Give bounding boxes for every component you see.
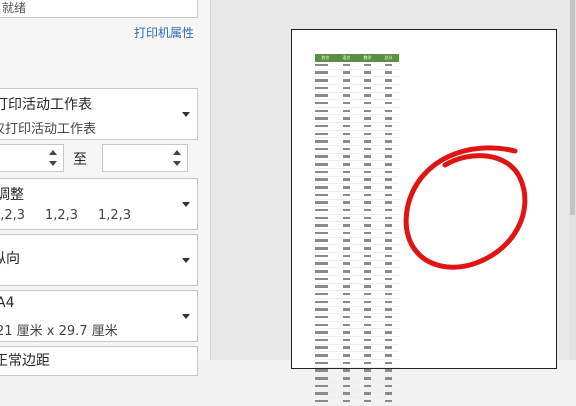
table-cell (336, 398, 357, 405)
table-cell (357, 383, 378, 390)
table-cell (336, 383, 357, 390)
table-row (315, 360, 399, 368)
red-circle-annotation (403, 145, 528, 270)
table-cell (336, 360, 357, 367)
table-cell (357, 368, 378, 375)
table-cell (357, 391, 378, 398)
table-cell (357, 398, 378, 405)
table-row (315, 383, 399, 391)
table-cell (378, 383, 399, 390)
table-row (315, 391, 399, 399)
table-cell (315, 360, 336, 367)
table-cell (315, 398, 336, 405)
table-cell (378, 398, 399, 405)
table-row (315, 368, 399, 376)
table-cell (378, 391, 399, 398)
table-cell (336, 368, 357, 375)
table-cell (336, 375, 357, 382)
table-cell (315, 368, 336, 375)
table-cell (357, 375, 378, 382)
table-row (315, 398, 399, 406)
table-cell (378, 368, 399, 375)
table-cell (357, 360, 378, 367)
table-cell (315, 375, 336, 382)
table-cell (336, 391, 357, 398)
table-cell (378, 375, 399, 382)
table-cell (315, 383, 336, 390)
table-cell (315, 391, 336, 398)
hand-drawn-circle (403, 145, 528, 270)
table-cell (378, 360, 399, 367)
table-row (315, 375, 399, 383)
